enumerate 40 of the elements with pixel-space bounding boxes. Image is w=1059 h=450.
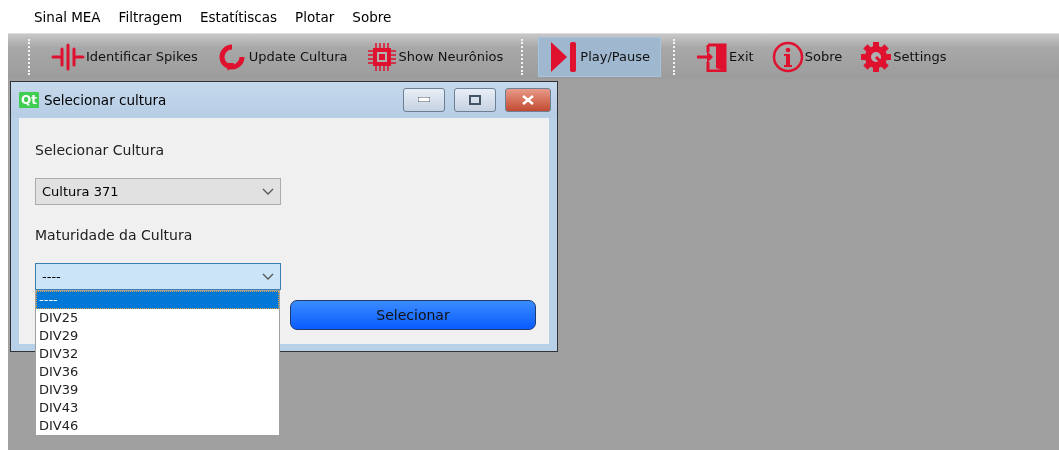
dropdown-option[interactable]: DIV46 bbox=[36, 417, 279, 435]
dropdown-option[interactable]: DIV39 bbox=[36, 381, 279, 399]
toolbar-button[interactable]: Settings bbox=[854, 36, 953, 77]
app-logo: Qt bbox=[19, 91, 39, 108]
dropdown-option[interactable]: DIV32 bbox=[36, 345, 279, 363]
maximize-icon bbox=[469, 94, 481, 105]
maturity-dropdown[interactable]: ---- bbox=[35, 263, 281, 290]
select-button[interactable]: Selecionar bbox=[290, 300, 536, 330]
menu-item[interactable]: Filtragem bbox=[110, 8, 193, 25]
menu-item[interactable]: Sobre bbox=[344, 8, 402, 25]
dropdown-option[interactable]: DIV25 bbox=[36, 309, 279, 327]
chevron-icon bbox=[262, 188, 274, 195]
toolbar-button[interactable]: Update Cultura bbox=[209, 36, 354, 77]
minimize-button[interactable] bbox=[403, 87, 445, 112]
info-icon bbox=[771, 40, 804, 73]
exit-icon bbox=[696, 41, 729, 72]
maximize-button[interactable] bbox=[454, 87, 496, 112]
close-button[interactable] bbox=[505, 87, 551, 112]
dropdown-option[interactable]: DIV43 bbox=[36, 399, 279, 417]
field-label: Maturidade da Cultura bbox=[35, 227, 194, 245]
chip-icon bbox=[365, 40, 398, 73]
toolbar-button[interactable]: Play/Pause bbox=[538, 36, 662, 77]
dropdown-option[interactable]: DIV29 bbox=[36, 327, 279, 345]
window-title: Selecionar cultura bbox=[43, 91, 168, 108]
menu-item[interactable]: Plotar bbox=[287, 8, 345, 25]
toolbar-button[interactable]: Identificar Spikes bbox=[45, 36, 204, 77]
chevron-icon bbox=[262, 273, 274, 280]
gear-icon bbox=[860, 40, 893, 73]
toolbar-button[interactable]: Exit bbox=[690, 36, 760, 77]
close-icon bbox=[522, 94, 534, 105]
spikes-icon bbox=[51, 42, 85, 71]
field-label: Selecionar Cultura bbox=[35, 142, 166, 160]
dropdown-option[interactable]: DIV36 bbox=[36, 363, 279, 381]
toolbar-button[interactable]: Show Neurônios bbox=[359, 36, 510, 77]
toolbar-button[interactable]: Sobre bbox=[765, 36, 849, 77]
dropdown-option[interactable]: ---- bbox=[36, 291, 279, 309]
menu-item[interactable]: Sinal MEA bbox=[26, 8, 111, 25]
culture-dropdown[interactable]: Cultura 371 bbox=[35, 178, 281, 205]
minimize-icon bbox=[418, 97, 430, 102]
menu-item[interactable]: Estatítiscas bbox=[192, 8, 288, 25]
